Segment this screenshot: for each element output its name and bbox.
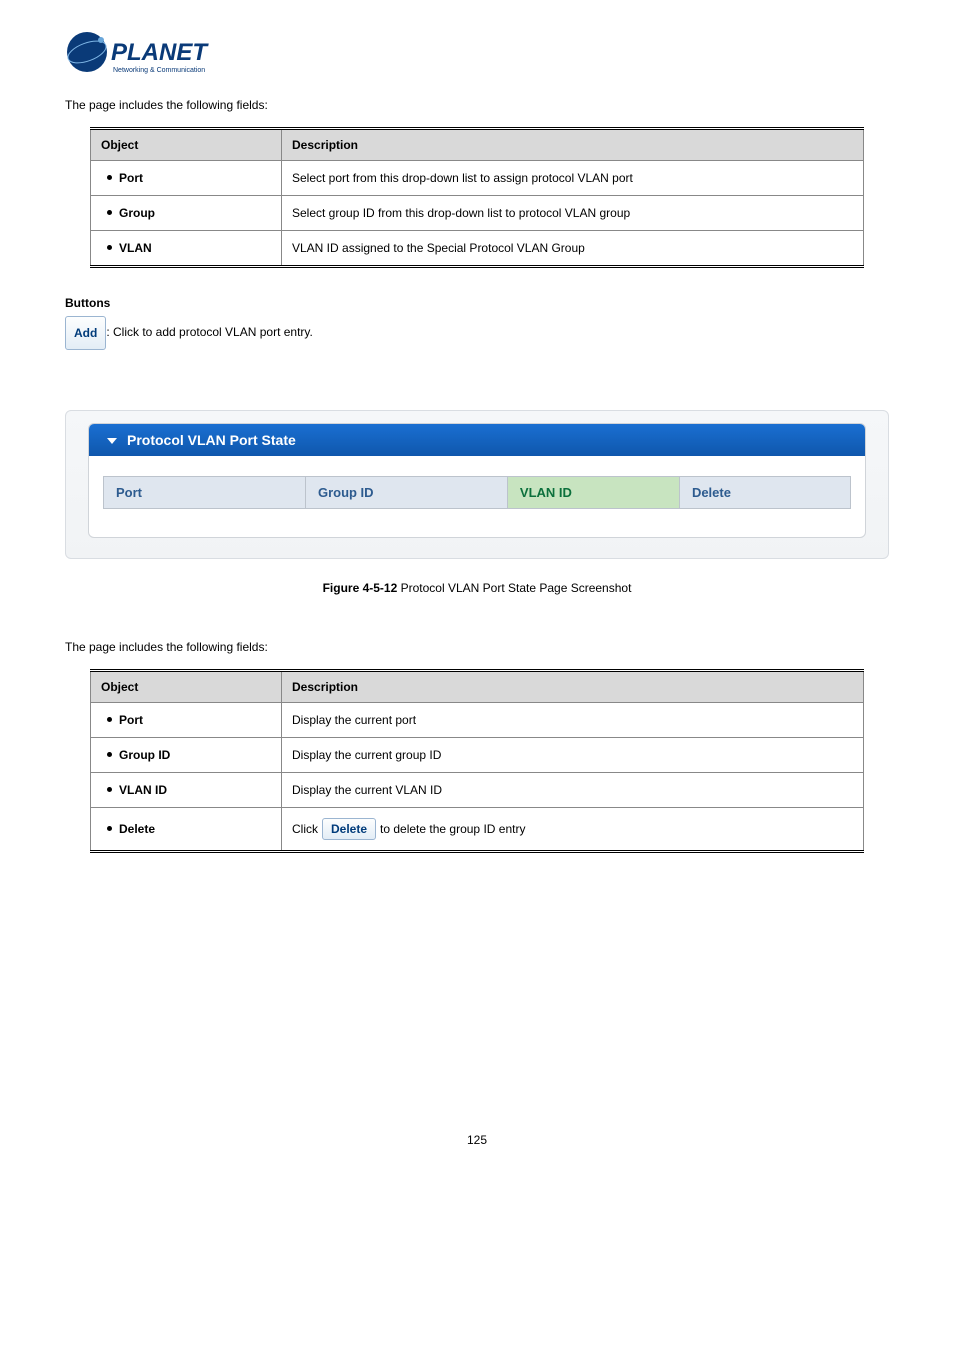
table1-desc-port: Select port from this drop-down list to … (282, 161, 864, 196)
add-button[interactable]: Add (65, 316, 106, 350)
panel-header[interactable]: Protocol VLAN Port State (89, 424, 865, 456)
table2-desc-delete-pre: Click (292, 822, 318, 836)
table2-desc-group-id: Display the current group ID (282, 738, 864, 773)
state-col-delete[interactable]: Delete (679, 476, 851, 509)
table2-desc-port: Display the current port (282, 703, 864, 738)
table2-desc-delete-post: to delete the group ID entry (380, 822, 525, 836)
object-table-1: Object Description Port Select port from… (90, 127, 864, 268)
intro-text-1: The page includes the following fields: (65, 98, 889, 112)
table1-desc-group: Select group ID from this drop-down list… (282, 196, 864, 231)
brand-logo: PLANET Networking & Communication (65, 30, 889, 88)
panel-title: Protocol VLAN Port State (127, 432, 296, 448)
table-row: Delete Click Delete to delete the group … (91, 808, 864, 852)
table1-header-object: Object (91, 129, 282, 161)
delete-button[interactable]: Delete (322, 818, 376, 840)
state-col-vlan-id[interactable]: VLAN ID (507, 476, 679, 509)
table2-obj-vlan-id: VLAN ID (119, 783, 167, 797)
chevron-down-icon (107, 438, 117, 444)
page-number: 125 (65, 1133, 889, 1147)
state-col-group-id[interactable]: Group ID (305, 476, 507, 509)
table-row: Port Select port from this drop-down lis… (91, 161, 864, 196)
table-row: VLAN VLAN ID assigned to the Special Pro… (91, 231, 864, 267)
table2-header-object: Object (91, 671, 282, 703)
state-table-header-row: Port Group ID VLAN ID Delete (103, 476, 851, 509)
table2-desc-vlan-id: Display the current VLAN ID (282, 773, 864, 808)
table-row: Port Display the current port (91, 703, 864, 738)
logo-text: PLANET (111, 39, 209, 66)
table-row: VLAN ID Display the current VLAN ID (91, 773, 864, 808)
table1-obj-port: Port (119, 171, 143, 185)
figure-caption-text: Protocol VLAN Port State Page Screenshot (397, 581, 631, 595)
table2-header-description: Description (282, 671, 864, 703)
table2-obj-delete: Delete (119, 822, 155, 836)
table2-obj-port: Port (119, 713, 143, 727)
table1-desc-vlan: VLAN ID assigned to the Special Protocol… (282, 231, 864, 267)
state-col-port[interactable]: Port (103, 476, 305, 509)
protocol-vlan-port-state-panel: Protocol VLAN Port State Port Group ID V… (65, 410, 889, 559)
table2-obj-group-id: Group ID (119, 748, 170, 762)
table1-obj-vlan: VLAN (119, 241, 152, 255)
figure-caption-label: Figure 4-5-12 (323, 581, 398, 595)
table-row: Group Select group ID from this drop-dow… (91, 196, 864, 231)
intro-text-2: The page includes the following fields: (65, 640, 889, 654)
object-table-2: Object Description Port Display the curr… (90, 669, 864, 853)
add-button-desc: : Click to add protocol VLAN port entry. (106, 325, 313, 339)
table1-header-description: Description (282, 129, 864, 161)
table-row: Group ID Display the current group ID (91, 738, 864, 773)
logo-tagline: Networking & Communication (113, 67, 205, 74)
buttons-heading: Buttons (65, 296, 889, 310)
table1-obj-group: Group (119, 206, 155, 220)
figure-caption: Figure 4-5-12 Protocol VLAN Port State P… (65, 581, 889, 595)
